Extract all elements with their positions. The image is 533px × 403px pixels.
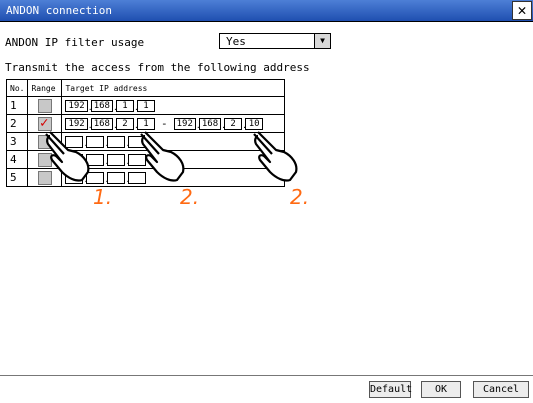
target-ip-cell: 192.168. 1. 1 (61, 96, 285, 115)
ip-octet-field[interactable]: 1 (136, 100, 155, 113)
dropdown-arrow-icon[interactable]: ▼ (314, 34, 330, 48)
close-icon: ✕ (517, 1, 527, 19)
ip-octet-field[interactable]: 192 (65, 100, 88, 113)
ip-end: 192.168. 2. 10 (173, 117, 264, 131)
ip-octet-field[interactable] (107, 172, 126, 185)
ip-octet-field[interactable]: 168 (90, 100, 113, 113)
header-no: No. (5, 79, 29, 97)
pointer-hand-icon (253, 131, 298, 182)
ok-button[interactable]: OK (421, 381, 461, 398)
filter-usage-select[interactable]: Yes ▼ (219, 33, 331, 49)
table-row: 1 192.168. 1. 1 (5, 96, 285, 115)
row-number: 2 (5, 114, 29, 133)
row-number: 4 (5, 150, 29, 169)
range-checkbox[interactable] (37, 98, 52, 113)
ip-octet-field[interactable]: 1 (136, 118, 155, 131)
close-button[interactable]: ✕ (512, 1, 532, 20)
ip-octet-field[interactable]: 168 (198, 118, 222, 131)
ip-octet-field[interactable]: 10 (245, 118, 264, 131)
ip-octet-field[interactable] (107, 154, 126, 167)
ip-octet-field[interactable] (107, 136, 126, 149)
step-two-label: 2. (180, 185, 200, 209)
default-button[interactable]: Default (369, 381, 412, 398)
title-bar: ANDON connection ✕ (0, 0, 533, 22)
ip-octet-field[interactable]: 2 (115, 118, 134, 131)
ip-octet-field[interactable]: 168 (90, 118, 113, 131)
header-range: Range (27, 79, 63, 97)
ip-octet-field[interactable]: 2 (224, 118, 243, 131)
cancel-button[interactable]: Cancel (473, 381, 529, 398)
ip-octet-field[interactable]: 1 (115, 100, 134, 113)
step-one-label: 1. (93, 185, 113, 209)
window-title: ANDON connection (6, 4, 112, 17)
range-checkbox[interactable] (37, 115, 52, 131)
filter-usage-label: ANDON IP filter usage (5, 36, 145, 49)
filter-usage-value: Yes (226, 35, 246, 48)
row-number: 5 (5, 168, 29, 187)
ip-octet-field[interactable]: 192 (65, 118, 88, 131)
ip-start: 192.168. 1. 1 (65, 99, 155, 113)
row-number: 1 (5, 96, 29, 115)
row-number: 3 (5, 132, 29, 151)
table-header-row: No. Range Target IP address (5, 79, 285, 97)
ip-start: 192.168. 2. 1 (65, 117, 155, 131)
header-target-ip: Target IP address (61, 79, 285, 97)
range-dash: - (160, 117, 168, 131)
range-cell (27, 96, 63, 115)
pointer-hand-icon (140, 131, 185, 182)
ip-octet-field[interactable]: 192 (173, 118, 196, 131)
transmit-label: Transmit the access from the following a… (5, 61, 310, 74)
pointer-hand-icon (45, 131, 90, 182)
step-two-label-b: 2. (290, 185, 310, 209)
